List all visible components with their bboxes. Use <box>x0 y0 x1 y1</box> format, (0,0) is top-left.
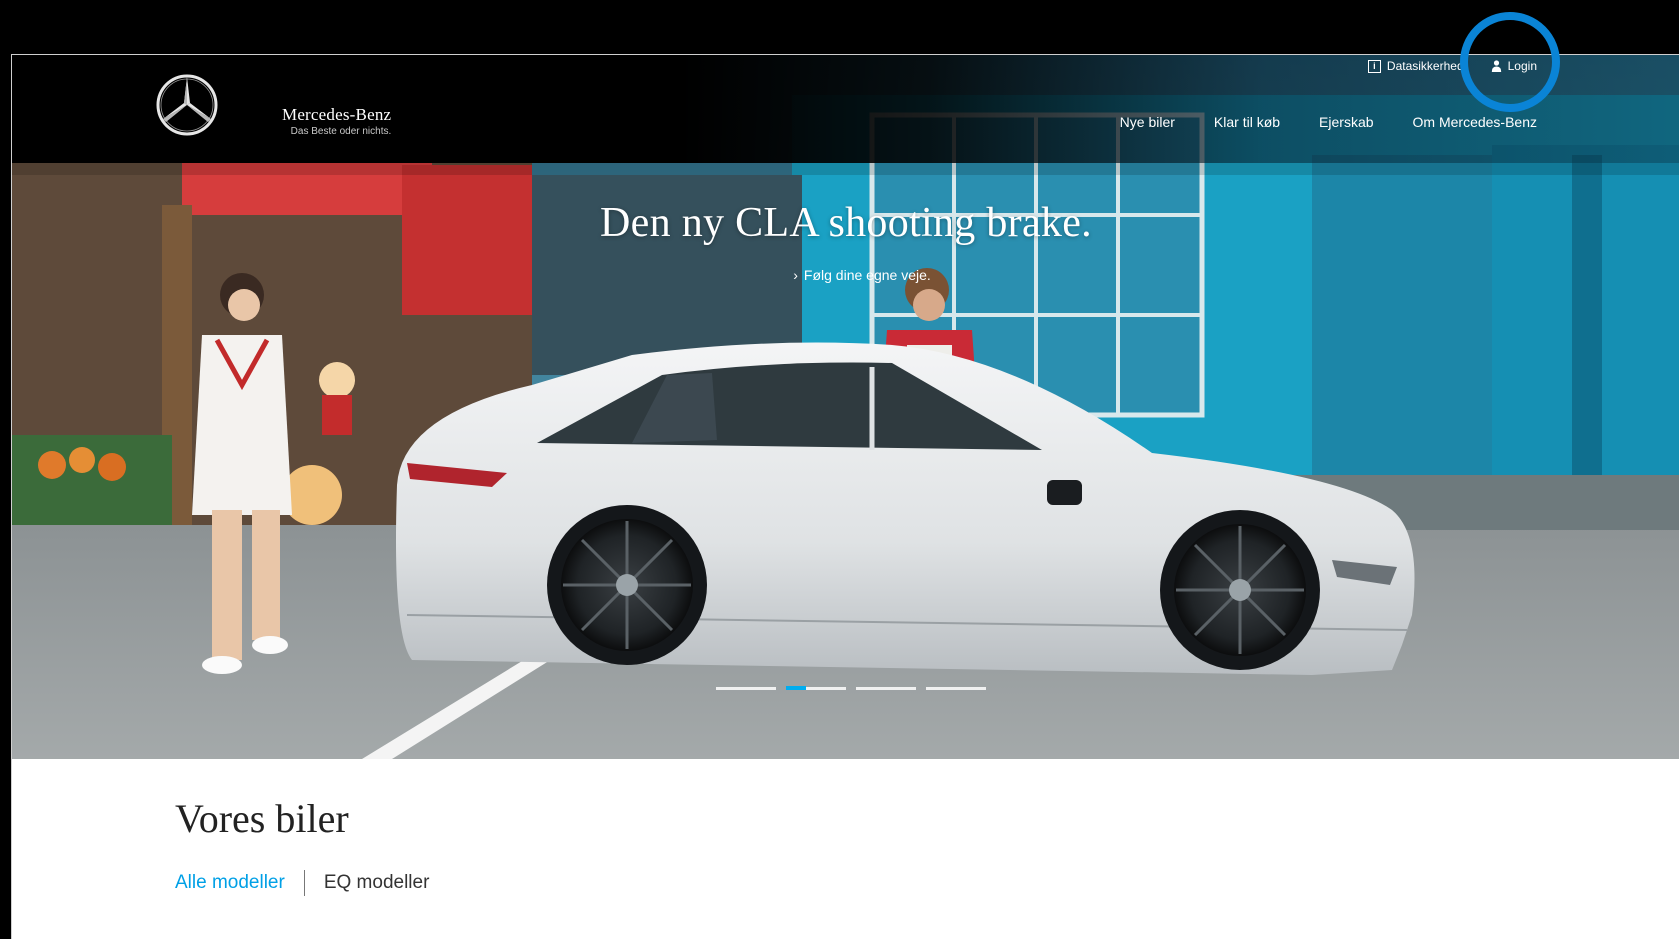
hero-cta-label: Følg dine egne veje. <box>803 267 931 283</box>
carousel-dot-4[interactable] <box>926 687 986 690</box>
person-icon <box>1491 60 1501 72</box>
tab-divider <box>303 870 305 896</box>
info-square-icon: i <box>1367 59 1381 73</box>
hero-title: Den ny CLA shooting brake. <box>600 200 1092 246</box>
brand-wordmark[interactable]: Mercedes-Benz Das Beste oder nichts. <box>282 105 391 137</box>
carousel-indicators <box>716 686 986 690</box>
main-navigation: Nye biler Klar til køb Ejerskab Om Merce… <box>1120 114 1537 130</box>
nav-item-about[interactable]: Om Mercedes-Benz <box>1413 114 1537 130</box>
chevron-right-icon: › <box>793 267 798 283</box>
nav-item-ready-to-buy[interactable]: Klar til køb <box>1214 114 1280 130</box>
model-tabs: Alle modeller EQ modeller <box>175 870 429 896</box>
browser-frame: Den ny CLA shooting brake. › Følg dine eg… <box>0 0 1679 939</box>
tab-eq-models[interactable]: EQ modeller <box>324 872 430 894</box>
brand-name: Mercedes-Benz <box>282 105 392 124</box>
carousel-dot-2[interactable] <box>786 686 846 690</box>
login-label: Login <box>1507 59 1537 73</box>
section-title: Vores biler <box>175 796 349 841</box>
web-page: Den ny CLA shooting brake. › Følg dine eg… <box>11 54 1679 939</box>
carousel-dot-1[interactable] <box>716 687 776 690</box>
brand-tagline: Das Beste oder nichts. <box>290 126 392 137</box>
login-link[interactable]: Login <box>1491 59 1537 73</box>
site-header: Mercedes-Benz Das Beste oder nichts. i D… <box>12 55 1679 163</box>
privacy-link[interactable]: i Datasikkerhed <box>1367 59 1464 73</box>
mercedes-star-logo[interactable] <box>155 73 219 137</box>
meta-navigation: i Datasikkerhed Login <box>1367 59 1537 73</box>
nav-item-new-cars[interactable]: Nye biler <box>1120 114 1175 130</box>
tab-all-models[interactable]: Alle modeller <box>175 872 285 894</box>
hero-cta-link[interactable]: › Følg dine egne veje. <box>12 267 1679 283</box>
nav-item-ownership[interactable]: Ejerskab <box>1319 114 1373 130</box>
carousel-dot-3[interactable] <box>856 687 916 690</box>
privacy-label: Datasikkerhed <box>1386 59 1464 73</box>
